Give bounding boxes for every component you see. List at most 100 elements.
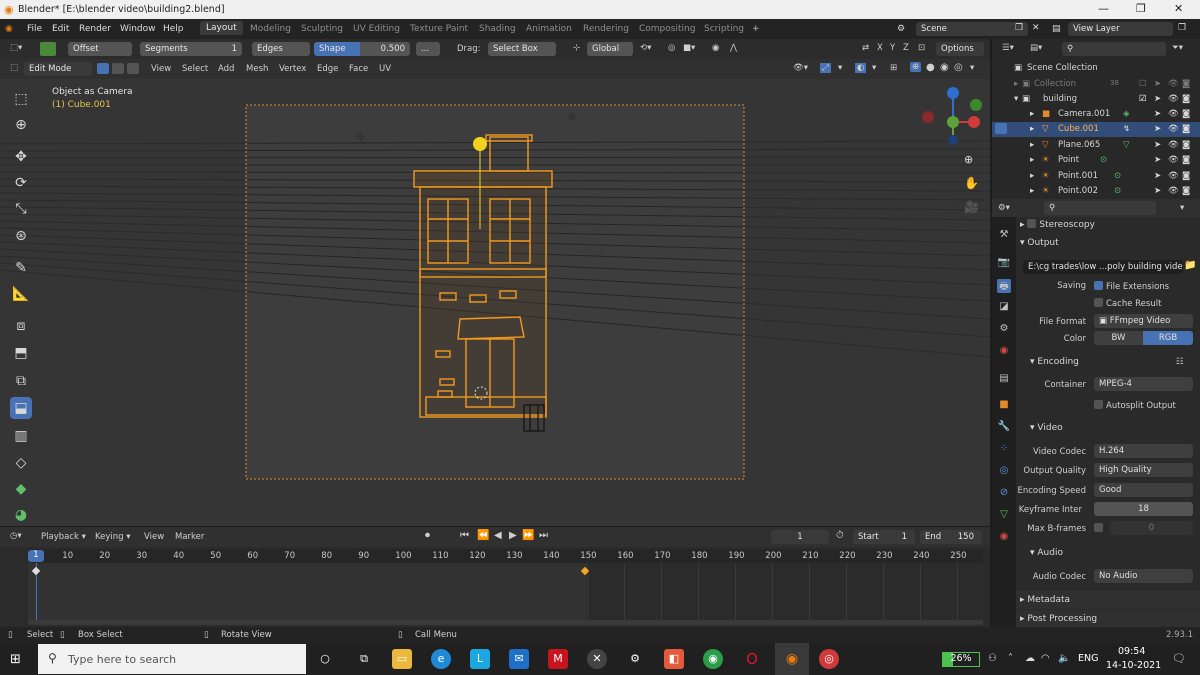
maximize-icon[interactable]: ❐ xyxy=(1136,2,1146,15)
edge-browser-icon[interactable]: e xyxy=(431,649,451,669)
mirror-icon[interactable]: ⇄ xyxy=(862,43,869,53)
active-tool-icon[interactable] xyxy=(40,42,56,56)
show-hidden-icons[interactable]: ˄ xyxy=(1008,653,1013,664)
expand-icon[interactable]: ▸ xyxy=(1030,186,1034,196)
material-tab-icon[interactable]: ◉ xyxy=(997,531,1011,545)
record-icon[interactable]: ⏺ xyxy=(425,530,430,541)
bevel-icon[interactable]: ⬓ xyxy=(10,397,32,419)
particles-tab-icon[interactable]: ⁘ xyxy=(997,443,1011,457)
orientation-dropdown[interactable]: Global xyxy=(587,42,633,56)
outliner-search-input[interactable]: ⚲ xyxy=(1062,42,1166,56)
rendered-shading-icon[interactable]: ◎ xyxy=(954,62,963,73)
l-app-icon[interactable]: L xyxy=(470,649,490,669)
select-box-icon[interactable]: ⬚ xyxy=(10,88,32,110)
physics-tab-icon[interactable]: ◎ xyxy=(997,465,1011,479)
audio-panel-header[interactable]: ▾ Audio xyxy=(1030,548,1063,558)
mirror-y-button[interactable]: Y xyxy=(890,43,895,53)
eye-icon[interactable]: 👁 xyxy=(1168,94,1179,104)
properties-search-input[interactable]: ⚲ xyxy=(1044,201,1156,215)
outliner-editor-icon[interactable]: ☰▾ xyxy=(1002,43,1014,53)
mode-dropdown[interactable]: Edit Mode xyxy=(24,62,92,76)
cursor-icon[interactable]: ⊕ xyxy=(10,114,32,136)
options-dropdown[interactable]: Options xyxy=(936,42,984,56)
autosplit-checkbox[interactable]: Autosplit Output xyxy=(1094,400,1176,411)
menu-keying[interactable]: Keying ▾ xyxy=(95,532,131,542)
volume-icon[interactable]: 🔈 xyxy=(1058,653,1070,664)
mail-icon[interactable]: ✉ xyxy=(509,649,529,669)
knife-icon[interactable]: ◇ xyxy=(10,452,32,474)
metadata-panel-header[interactable]: ▸ Metadata xyxy=(1020,595,1070,605)
camera-render-icon[interactable]: ◙ xyxy=(1182,124,1190,134)
language-indicator[interactable]: ENG xyxy=(1078,653,1098,664)
opera-icon[interactable]: O xyxy=(742,649,762,669)
taskbar-search-input[interactable]: ⚲ Type here to search xyxy=(38,644,306,674)
max-bframes-checkbox[interactable] xyxy=(1094,523,1106,534)
office-icon[interactable]: ◧ xyxy=(664,649,684,669)
add-workspace-icon[interactable]: + xyxy=(752,24,760,34)
spin-icon[interactable]: ◕ xyxy=(10,504,32,526)
measure-icon[interactable]: 📐 xyxy=(10,283,32,305)
more-options-dropdown[interactable]: ... xyxy=(416,42,440,56)
encoding-panel-header[interactable]: ▾ Encoding xyxy=(1030,357,1079,367)
object-tab-icon[interactable]: ■ xyxy=(997,399,1011,413)
scene-tab-icon[interactable]: ⚙ xyxy=(997,323,1011,337)
expand-icon[interactable]: ▸ xyxy=(1030,171,1034,181)
snap-target-icon[interactable]: ■▾ xyxy=(683,43,695,53)
edges-dropdown[interactable]: Edges xyxy=(252,42,310,56)
windows-start-icon[interactable]: ⊞ xyxy=(10,652,21,667)
delete-scene-icon[interactable]: ✕ xyxy=(1032,23,1040,33)
list-item-selected[interactable]: ▸ ▽ Cube.001 ↯ ➤ 👁 ◙ xyxy=(992,122,1200,137)
list-item[interactable]: ▸ ▽ Plane.065 ▽ ➤ 👁 ◙ xyxy=(992,138,1200,153)
encoding-speed-dropdown[interactable]: Good xyxy=(1094,483,1193,497)
inset-icon[interactable]: ⧉ xyxy=(10,370,32,392)
camera-render-icon[interactable]: ◙ xyxy=(1182,109,1190,119)
select-arrow-icon[interactable]: ➤ xyxy=(1154,171,1161,181)
menu-help[interactable]: Help xyxy=(163,24,184,34)
poly-build-icon[interactable]: ◆ xyxy=(10,478,32,500)
jump-key-forward-icon[interactable]: ⏩ xyxy=(522,530,534,541)
tab-uv-editing[interactable]: UV Editing xyxy=(353,24,400,34)
menu-window[interactable]: Window xyxy=(120,24,156,34)
view-layer-options-icon[interactable]: ❐ xyxy=(1178,23,1186,33)
segments-field[interactable]: Segments 1 xyxy=(140,42,242,56)
jump-start-icon[interactable]: ⏮ xyxy=(460,530,469,541)
falloff-icon[interactable]: ⋀ xyxy=(730,43,737,53)
close-icon[interactable]: ✕ xyxy=(1174,2,1183,15)
select-arrow-icon[interactable]: ➤ xyxy=(1154,140,1161,150)
auto-merge-icon[interactable]: ⊡ xyxy=(918,43,925,53)
tab-scripting[interactable]: Scripting xyxy=(704,24,744,34)
modifier-tab-icon[interactable]: 🔧 xyxy=(997,421,1011,435)
expand-icon[interactable]: ▾ xyxy=(1014,94,1018,104)
tab-rendering[interactable]: Rendering xyxy=(583,24,629,34)
select-arrow-icon[interactable]: ➤ xyxy=(1154,79,1161,89)
current-frame-field[interactable]: 1 xyxy=(771,530,829,544)
wifi-icon[interactable]: ◠ xyxy=(1041,653,1050,664)
edit-mode-icon[interactable] xyxy=(995,123,1007,134)
camera-render-icon[interactable]: ◙ xyxy=(1182,186,1190,196)
eye-icon[interactable]: 👁 xyxy=(1168,186,1179,196)
max-bframes-field[interactable]: 0 xyxy=(1110,521,1193,535)
transform-orientation-icon[interactable]: ⊹ xyxy=(573,43,580,53)
tab-modeling[interactable]: Modeling xyxy=(250,24,291,34)
view-layer-icon[interactable]: ▤ xyxy=(1052,24,1061,34)
menu-marker[interactable]: Marker xyxy=(175,532,204,542)
timeline-editor[interactable]: ◷▾ Playback ▾ Keying ▾ View Marker ⏺ ⏮ ⏪… xyxy=(0,527,990,627)
collection-tab-icon[interactable]: ▤ xyxy=(997,373,1011,387)
camera-render-icon[interactable]: ◙ xyxy=(1182,171,1190,181)
list-item[interactable]: ▸ ☀ Point.002 ⊙ ➤ 👁 ◙ xyxy=(992,184,1200,199)
constraints-tab-icon[interactable]: ⊘ xyxy=(997,487,1011,501)
user-icon[interactable]: ⚇ xyxy=(988,653,997,664)
transform-icon[interactable]: ⊛ xyxy=(10,225,32,247)
list-item[interactable]: ▸ ▣ Collection 38 ☐ ➤ 👁 ◙ xyxy=(992,77,1200,92)
menu-vertex[interactable]: Vertex xyxy=(279,64,306,74)
keyframe-interval-field[interactable]: 18 xyxy=(1094,502,1193,516)
color-bw-button[interactable]: BW xyxy=(1094,331,1143,345)
expand-icon[interactable]: ▸ xyxy=(1030,124,1034,134)
file-extensions-checkbox[interactable]: File Extensions xyxy=(1094,281,1169,292)
output-panel-header[interactable]: ▾ Output xyxy=(1020,238,1059,248)
presets-list-icon[interactable]: ☷ xyxy=(1176,357,1184,367)
scene-selector[interactable]: Scene xyxy=(916,22,1028,36)
xbox-icon[interactable]: ✕ xyxy=(587,649,607,669)
menu-edit[interactable]: Edit xyxy=(52,24,69,34)
tab-shading[interactable]: Shading xyxy=(479,24,516,34)
